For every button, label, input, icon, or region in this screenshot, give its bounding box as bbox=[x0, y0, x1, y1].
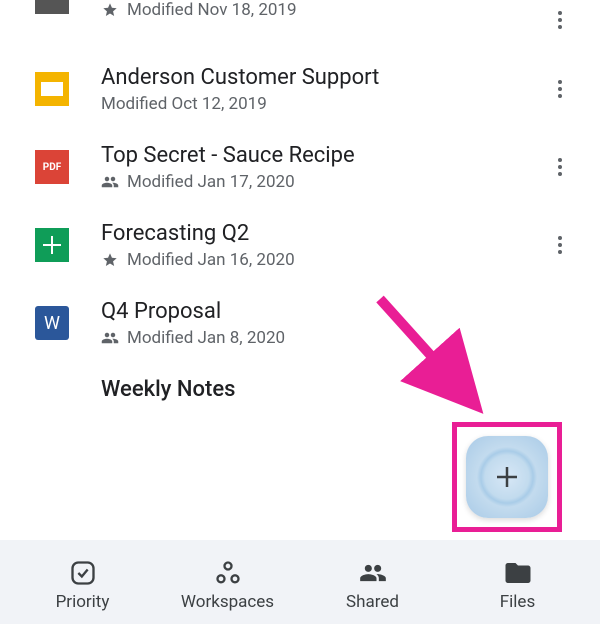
file-title: Top Secret - Sauce Recipe bbox=[101, 143, 540, 168]
word-file-icon: W bbox=[35, 306, 69, 340]
nav-shared[interactable]: Shared bbox=[300, 557, 445, 612]
shared-nav-icon bbox=[357, 557, 389, 589]
star-icon bbox=[101, 1, 119, 19]
priority-icon bbox=[67, 557, 99, 589]
file-row[interactable]: Forecasting Q2 Modified Jan 16, 2020 bbox=[0, 206, 600, 284]
nav-label: Priority bbox=[56, 592, 110, 612]
file-title: Forecasting Q2 bbox=[101, 221, 540, 246]
file-title: Anderson Customer Support bbox=[101, 65, 540, 90]
bottom-navigation: Priority Workspaces Shared Files bbox=[0, 540, 600, 624]
more-options-button[interactable] bbox=[540, 69, 580, 109]
file-title: Q4 Proposal bbox=[101, 299, 540, 324]
file-modified: Modified Nov 18, 2019 bbox=[127, 0, 297, 20]
nav-workspaces[interactable]: Workspaces bbox=[155, 557, 300, 612]
workspaces-icon bbox=[212, 557, 244, 589]
nav-label: Workspaces bbox=[181, 592, 274, 612]
nav-label: Files bbox=[500, 592, 535, 612]
nav-files[interactable]: Files bbox=[445, 557, 590, 612]
nav-label: Shared bbox=[346, 592, 399, 612]
file-row[interactable]: Modified Nov 18, 2019 bbox=[0, 0, 600, 50]
file-type-icon bbox=[35, 0, 69, 14]
file-row[interactable]: Anderson Customer Support Modified Oct 1… bbox=[0, 50, 600, 128]
file-modified: Modified Jan 16, 2020 bbox=[127, 250, 295, 270]
pdf-file-icon: PDF bbox=[35, 150, 69, 184]
file-title: Weekly Notes bbox=[101, 377, 580, 402]
file-list: Modified Nov 18, 2019 Anderson Customer … bbox=[0, 0, 600, 416]
shared-icon bbox=[101, 329, 119, 347]
fab-annotation bbox=[452, 422, 562, 532]
file-modified: Modified Oct 12, 2019 bbox=[101, 94, 267, 114]
star-icon bbox=[101, 251, 119, 269]
more-options-button[interactable] bbox=[540, 225, 580, 265]
slides-file-icon bbox=[35, 72, 69, 106]
create-new-fab[interactable] bbox=[466, 436, 548, 518]
sheets-file-icon bbox=[35, 228, 69, 262]
more-options-button[interactable] bbox=[540, 147, 580, 187]
more-options-button[interactable] bbox=[540, 0, 580, 40]
file-modified: Modified Jan 17, 2020 bbox=[127, 172, 295, 192]
file-row[interactable]: Weekly Notes bbox=[0, 362, 600, 416]
file-modified: Modified Jan 8, 2020 bbox=[127, 328, 285, 348]
file-row[interactable]: PDF Top Secret - Sauce Recipe Modified J… bbox=[0, 128, 600, 206]
file-type-icon bbox=[35, 372, 69, 406]
file-row[interactable]: W Q4 Proposal Modified Jan 8, 2020 bbox=[0, 284, 600, 362]
nav-priority[interactable]: Priority bbox=[10, 557, 155, 612]
folder-icon bbox=[502, 557, 534, 589]
shared-icon bbox=[101, 173, 119, 191]
